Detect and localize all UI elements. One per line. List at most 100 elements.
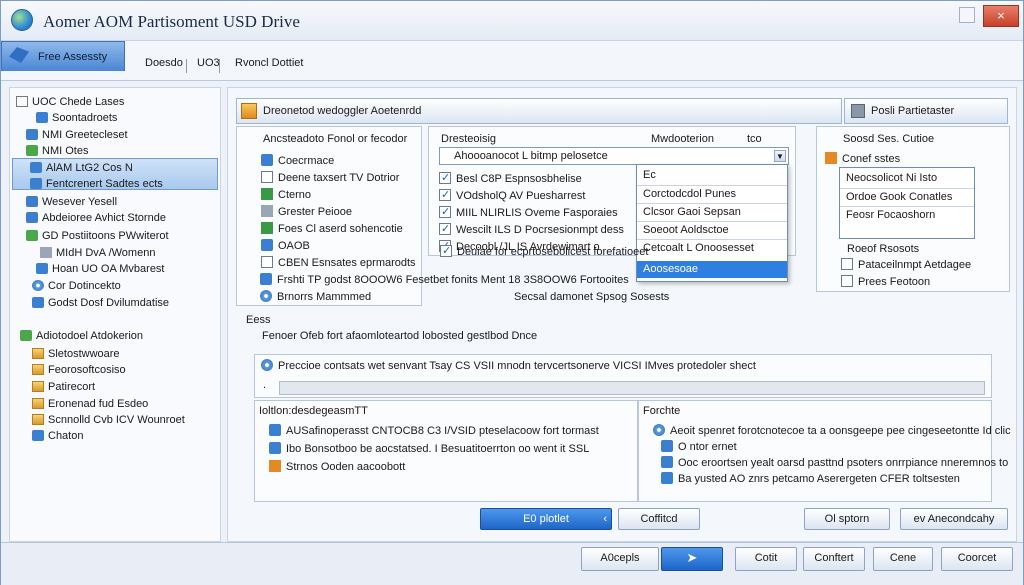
option-row[interactable]: Secsal damonet Spsog Sosests <box>514 289 669 305</box>
checkbox-checked[interactable] <box>439 204 451 220</box>
option-row[interactable]: MIIL NLIRLIS Oveme Fasporaies <box>439 204 618 221</box>
option-icon <box>261 154 273 166</box>
popup-item[interactable]: Ec <box>637 167 787 184</box>
checkbox[interactable] <box>261 256 273 268</box>
detail-row: Ibo Bonsotboo be aocstatsed. I Besuatito… <box>269 441 589 457</box>
tree-item[interactable]: Fentcrenert Sadtes ects <box>30 176 163 192</box>
mode-dropdown[interactable]: Ahoooanocot L bitmp pelosetce ▼ <box>439 147 789 165</box>
list-item[interactable]: Feosr Focaoshorn <box>840 206 974 223</box>
tree-item[interactable]: GD Postiitoons PWwiterot <box>26 228 169 244</box>
options-button[interactable]: Ol sptorn <box>804 508 890 530</box>
features-box: Forchte Aeoit spenret forotcnotecoe ta a… <box>638 400 1011 502</box>
option-row[interactable]: Deuiae for ecprtosebolicest forefatioeet <box>440 243 648 260</box>
wizard-icon <box>241 103 257 119</box>
option-row[interactable]: Pataceilnmpt Aetdagee <box>841 257 971 273</box>
option-row[interactable]: CBEN Esnsates eprmarodts <box>261 255 416 271</box>
folder-icon <box>32 348 44 359</box>
popup-item[interactable]: Corctodcdol Punes <box>637 185 787 202</box>
option-row[interactable]: OAOB <box>261 238 310 254</box>
feature-row: Aeoit spenret forotcnotecoe ta a oonsgee… <box>653 423 1011 439</box>
section-header: Dreonetod wedoggler Aoetenrdd <box>236 98 842 124</box>
checkbox[interactable] <box>841 258 853 270</box>
tree-item[interactable]: Wesever Yesell <box>26 194 117 210</box>
checkbox-checked[interactable] <box>439 170 451 186</box>
checkbox[interactable] <box>841 275 853 287</box>
tree-item[interactable]: Sletostwwoare <box>32 346 120 362</box>
confirm-footer-button[interactable]: Conftert <box>803 547 865 571</box>
option-row[interactable]: Prees Feotoon <box>841 274 930 290</box>
checkbox-checked[interactable] <box>440 243 452 259</box>
send-button[interactable]: ➤ <box>661 547 723 571</box>
tree-item-selected[interactable]: AlAM LtG2 Cos N <box>30 160 133 176</box>
item-icon <box>30 178 42 189</box>
edit-button[interactable]: Cotit <box>735 547 797 571</box>
option-row[interactable]: Frshti TP godst 8OOOW6 Fesetbet fonits M… <box>260 272 629 288</box>
item-icon <box>26 129 38 140</box>
details-title: Ioltlon:desdegeasmTT <box>259 405 368 417</box>
chevron-down-icon[interactable]: ▼ <box>774 150 786 162</box>
option-row[interactable]: Grester Peiooe <box>261 204 352 220</box>
feature-icon <box>653 424 665 436</box>
tree-item[interactable]: NMI Greetecleset <box>26 127 128 143</box>
option-row[interactable]: Cterno <box>261 187 311 203</box>
tree-item[interactable]: Soontadroets <box>36 110 117 126</box>
tree-item[interactable]: Adiotodoel Atdokerion <box>20 328 143 344</box>
checkbox[interactable] <box>261 171 273 183</box>
popup-item[interactable]: Cetcoalt L Onoosesset <box>637 239 787 256</box>
option-row[interactable]: Roeof Rsosots <box>847 241 919 257</box>
advanced-button[interactable]: ev Anecondcahy <box>900 508 1008 530</box>
option-row[interactable]: VOdsholQ AV Puesharrest <box>439 187 585 204</box>
tree-item[interactable]: NMI Otes <box>26 143 88 159</box>
list-item[interactable]: Neocsolicot Ni Isto <box>840 170 937 187</box>
arrow-icon <box>9 47 29 63</box>
checkbox-checked[interactable] <box>439 221 451 237</box>
list-item[interactable]: Ordoe Gook Conatles <box>840 188 974 205</box>
tree-item[interactable]: Scnnolld Cvb ICV Wounroet <box>32 412 185 428</box>
tree-item[interactable]: Hoan UO OA Mvbarest <box>36 261 165 277</box>
close-footer-button[interactable]: Cene <box>873 547 933 571</box>
tree-item[interactable]: Eronenad fud Esdeo <box>32 396 148 412</box>
feature-row: Ooc eroortsen yealt oarsd pasttnd psoter… <box>661 455 1008 471</box>
tree-item[interactable]: Feorosoftcosiso <box>32 362 126 378</box>
confirm-button[interactable]: Coffitcd <box>618 508 700 530</box>
checkbox-checked[interactable] <box>439 187 451 203</box>
item-icon <box>26 230 38 241</box>
tree-item[interactable]: Abdeioree Avhict Stornde <box>26 210 166 226</box>
accept-button[interactable]: A0cepls <box>581 547 659 571</box>
option-row[interactable]: Foes Cl aserd sohencotie <box>261 221 403 237</box>
tree-item[interactable]: Chaton <box>32 428 83 444</box>
navigation-tree: UOC Chede Lases Soontadroets NMI Greetec… <box>9 87 221 542</box>
tree-item[interactable]: MIdH DvA /Womenn <box>40 245 155 261</box>
connect-button[interactable]: Coorcet <box>941 547 1013 571</box>
restore-button[interactable] <box>959 7 975 23</box>
section-description: Fenoer Ofeb fort afaomloteartod lobosted… <box>262 330 538 342</box>
title-bar: Aomer AOM Partisoment USD Drive × <box>1 1 1023 41</box>
disc-icon <box>32 280 44 291</box>
popup-item[interactable]: Soeoot Aoldsctoe <box>637 221 787 238</box>
popup-item-highlighted[interactable]: Aoosesoae <box>637 261 787 278</box>
tree-item[interactable]: UOC Chede Lases <box>16 94 124 110</box>
printer-icon <box>851 104 865 118</box>
feature-row: O ntor ernet <box>661 439 737 455</box>
popup-item[interactable]: Clcsor Gaoi Sepsan <box>637 203 787 220</box>
option-row[interactable]: Conef sstes <box>825 151 900 167</box>
option-row[interactable]: Deene taxsert TV Dotrior <box>261 170 399 186</box>
tree-item[interactable]: Godst Dosf Dvilumdatise <box>32 295 169 311</box>
tab-free-assessty[interactable]: Free Assessty <box>1 41 125 71</box>
option-row[interactable]: Besl C8P Espnsosbhelise <box>439 170 582 187</box>
tab-doesdo[interactable]: Doesdo <box>141 53 187 73</box>
group-title-2: Mwdooterion <box>651 133 714 145</box>
tree-item[interactable]: Cor Dotincekto <box>32 278 121 294</box>
option-row[interactable]: Wescilt ILS D Pocrsesionmpt dess <box>439 221 624 238</box>
tree-item[interactable]: Patirecort <box>32 379 95 395</box>
primary-action-button[interactable]: E0 plotlet ‹ <box>480 508 612 530</box>
option-row[interactable]: Brnorrs Mammmed <box>260 289 371 305</box>
group-title-3: tco <box>747 133 762 145</box>
option-icon <box>260 273 272 285</box>
option-row[interactable]: Coecrmace <box>261 153 334 169</box>
tab-separator <box>186 59 187 73</box>
close-button[interactable]: × <box>983 5 1019 27</box>
folder-icon <box>32 414 44 425</box>
footer-bar: A0cepls ➤ Cotit Conftert Cene Coorcet <box>1 542 1023 585</box>
tab-rvoncl-dottiet[interactable]: Rvoncl Dottiet <box>231 53 307 73</box>
